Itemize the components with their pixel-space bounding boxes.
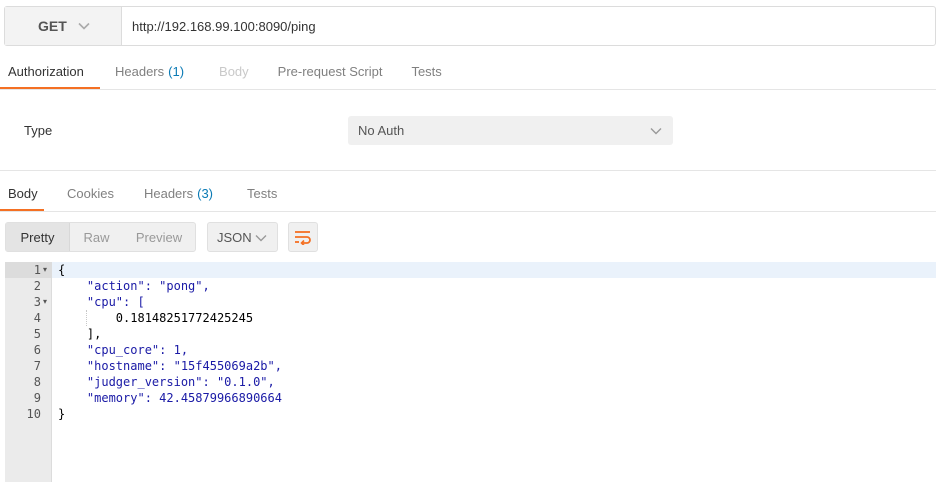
- auth-type-label: Type: [24, 123, 53, 138]
- fold-arrow-icon[interactable]: ▾: [43, 262, 51, 278]
- request-bar: GET: [4, 6, 936, 46]
- wrap-lines-icon: [295, 231, 311, 245]
- code-line: "cpu_core": 1,: [58, 343, 189, 357]
- code-line: "judger_version": "0.1.0",: [58, 375, 275, 389]
- divider: [0, 170, 936, 171]
- line-number: 1: [33, 263, 41, 277]
- format-select[interactable]: JSON: [207, 222, 278, 252]
- tab-label: Tests: [411, 63, 442, 79]
- line-number: 10: [26, 407, 41, 421]
- tab-body[interactable]: Body: [219, 52, 249, 90]
- divider: [0, 89, 936, 90]
- wrap-lines-button[interactable]: [288, 222, 318, 252]
- tab-response-tests[interactable]: Tests: [247, 174, 277, 212]
- pretty-button[interactable]: Pretty: [6, 223, 70, 251]
- view-mode-group: Pretty Raw Preview: [5, 222, 196, 252]
- code-line: "hostname": "15f455069a2b",: [58, 359, 282, 373]
- code-line: "cpu": [: [58, 295, 145, 309]
- line-number: 6: [33, 343, 41, 357]
- chevron-down-icon: [78, 22, 90, 30]
- response-body-editor[interactable]: 1 2 3 4 5 6 7 8 9 10 ▾ ▾ { "action": "po…: [5, 262, 936, 482]
- code-line: {: [58, 263, 66, 277]
- auth-type-select[interactable]: No Auth: [348, 116, 673, 145]
- tab-label: Body: [219, 63, 249, 79]
- line-number: 9: [33, 391, 41, 405]
- headers-count: (1): [168, 63, 185, 79]
- tab-cookies[interactable]: Cookies: [67, 174, 114, 212]
- divider: [0, 211, 936, 212]
- tab-label: Headers: [115, 63, 165, 79]
- auth-type-value: No Auth: [358, 123, 405, 138]
- headers-count: (3): [197, 185, 213, 201]
- tab-label: Body: [8, 185, 38, 201]
- tab-pre-request-script[interactable]: Pre-request Script: [278, 52, 383, 90]
- request-tabs: Authorization Headers (1) Body Pre-reques…: [0, 52, 442, 90]
- tab-label: Tests: [247, 185, 278, 201]
- tab-headers[interactable]: Headers (1): [115, 52, 184, 90]
- tab-label: Pre-request Script: [277, 63, 383, 79]
- fold-arrow-icon[interactable]: ▾: [43, 294, 51, 310]
- tab-label: Authorization: [8, 63, 84, 79]
- code-line: "memory": 42.45879966890664: [58, 391, 282, 405]
- line-number: 3: [33, 295, 41, 309]
- method-label: GET: [38, 18, 67, 34]
- line-number: 2: [33, 279, 41, 293]
- tab-tests[interactable]: Tests: [411, 52, 441, 90]
- preview-button[interactable]: Preview: [123, 223, 195, 251]
- code-line: ],: [58, 327, 102, 341]
- tab-response-headers[interactable]: Headers (3): [144, 174, 213, 212]
- response-tabs: Body Cookies Headers (3) Tests: [0, 174, 277, 212]
- code-line: "action": "pong",: [58, 279, 210, 293]
- raw-button[interactable]: Raw: [70, 223, 123, 251]
- tab-label: Headers: [143, 185, 194, 201]
- line-number: 8: [33, 375, 41, 389]
- tab-response-body[interactable]: Body: [0, 174, 44, 212]
- url-input[interactable]: [122, 7, 935, 45]
- chevron-down-icon: [650, 128, 662, 135]
- line-number: 7: [33, 359, 41, 373]
- code-line: }: [58, 407, 66, 421]
- line-number: 4: [33, 311, 41, 325]
- chevron-down-icon: [255, 235, 267, 242]
- method-select[interactable]: GET: [5, 7, 122, 45]
- tab-authorization[interactable]: Authorization: [0, 52, 100, 90]
- code-line: 0.18148251772425245: [58, 311, 254, 325]
- line-number: 5: [33, 327, 41, 341]
- active-line-highlight: [5, 262, 936, 278]
- tab-label: Cookies: [67, 185, 114, 201]
- format-value: JSON: [217, 229, 252, 245]
